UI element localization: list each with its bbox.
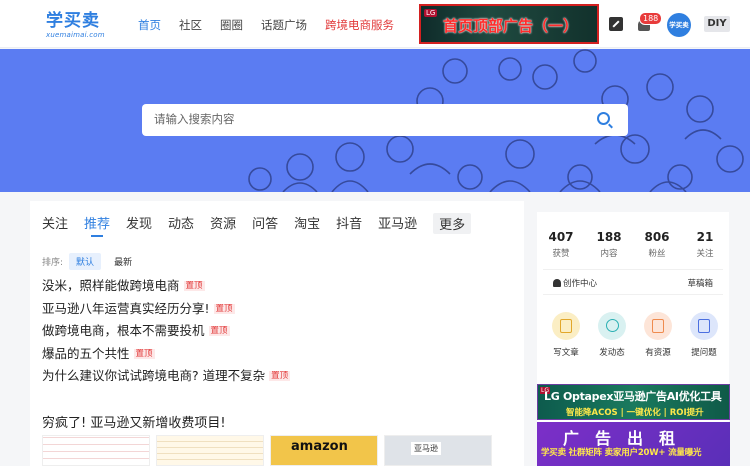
- tab-douyin[interactable]: 抖音: [336, 213, 362, 234]
- notification-badge: 188: [639, 12, 663, 25]
- lg-logo: LG: [424, 9, 438, 17]
- sort-bar: 排序: 默认 最新: [42, 253, 139, 270]
- stat-label: 获赞: [552, 249, 570, 259]
- post-title[interactable]: 爆品的五个共性: [42, 346, 130, 361]
- tab-discover[interactable]: 发现: [126, 213, 152, 234]
- optapex-ad-banner[interactable]: LG LG Optapex亚马逊广告AI优化工具 智能降ACOS | 一键优化 …: [537, 384, 730, 420]
- nav-home[interactable]: 首页: [138, 17, 161, 33]
- thumbnail-image[interactable]: [42, 435, 150, 466]
- ask-question-button[interactable]: 提问题: [683, 312, 725, 358]
- tab-resources[interactable]: 资源: [210, 213, 236, 234]
- tab-amazon[interactable]: 亚马逊: [378, 213, 417, 234]
- list-item[interactable]: 做跨境电商，根本不需要投机 置顶: [42, 322, 290, 345]
- tab-updates[interactable]: 动态: [168, 213, 194, 234]
- feed-tabs: 关注 推荐 发现 动态 资源 问答 淘宝 抖音 亚马逊 更多: [42, 213, 487, 237]
- profile-stats: 407 获赞 188 内容 806 粉丝 21 关注: [537, 230, 729, 259]
- write-article-button[interactable]: 写文章: [545, 312, 587, 358]
- stat-value: 806: [644, 230, 670, 244]
- stat-value: 21: [696, 230, 714, 244]
- ad-subline: 智能降ACOS | 一键优化 | ROI提升: [566, 408, 704, 418]
- quick-actions: 写文章 发动态 有资源 提问题: [545, 312, 725, 358]
- stat-following[interactable]: 21 关注: [681, 230, 729, 259]
- amazon-logo: amazon: [291, 439, 348, 454]
- nav-crossborder-services[interactable]: 跨境电商服务: [325, 17, 394, 33]
- search-box: [142, 104, 628, 136]
- edit-icon[interactable]: [609, 17, 623, 31]
- action-label: 发动态: [599, 348, 625, 358]
- post-update-button[interactable]: 发动态: [591, 312, 633, 358]
- drafts-link[interactable]: 草稿箱: [687, 277, 713, 289]
- pinned-badge: 置顶: [183, 281, 205, 291]
- thumbnail-tag: 亚马逊: [411, 442, 441, 455]
- ad-for-rent-banner[interactable]: 广告出租 学买卖 社群矩阵 卖家用户20W+ 流量曝光: [537, 422, 730, 466]
- thumbnail-image[interactable]: 亚马逊: [384, 435, 492, 466]
- tab-more[interactable]: 更多: [433, 213, 472, 234]
- action-label: 有资源: [645, 348, 671, 358]
- featured-post-title[interactable]: 穷疯了! 亚马逊又新增收费项目!: [42, 412, 226, 431]
- pinned-badge: 置顶: [208, 326, 230, 336]
- site-logo[interactable]: 学买卖 xuemaimai.com: [46, 12, 106, 39]
- ad-headline: LG Optapex亚马逊广告AI优化工具: [544, 390, 722, 403]
- sort-latest[interactable]: 最新: [107, 253, 139, 270]
- resource-icon: [644, 312, 672, 340]
- list-item[interactable]: 爆品的五个共性 置顶: [42, 345, 290, 368]
- sort-label: 排序:: [42, 258, 64, 268]
- question-icon: [690, 312, 718, 340]
- list-item[interactable]: 亚马逊八年运营真实经历分享! 置顶: [42, 300, 290, 323]
- post-title[interactable]: 做跨境电商，根本不需要投机: [42, 323, 205, 338]
- search-icon[interactable]: [597, 112, 610, 125]
- user-avatar[interactable]: 学买卖: [667, 13, 691, 37]
- diy-button[interactable]: DIY: [704, 16, 730, 32]
- featured-thumbnails: amazon 亚马逊: [42, 435, 492, 466]
- stat-label: 关注: [696, 249, 714, 259]
- logo-text: 学买卖: [46, 11, 100, 31]
- post-title[interactable]: 亚马逊八年运营真实经历分享!: [42, 301, 210, 316]
- search-input[interactable]: [154, 112, 574, 126]
- sort-default[interactable]: 默认: [69, 253, 102, 270]
- main-nav: 首页 社区 圈圈 话题广场 跨境电商服务: [138, 17, 412, 33]
- main-feed: 关注 推荐 发现 动态 资源 问答 淘宝 抖音 亚马逊 更多 排序: 默认 最新…: [30, 201, 524, 466]
- nav-community[interactable]: 社区: [179, 17, 202, 33]
- stat-value: 407: [548, 230, 574, 244]
- stat-followers[interactable]: 806 粉丝: [633, 230, 681, 259]
- stat-likes[interactable]: 407 获赞: [537, 230, 585, 259]
- thumbnail-image[interactable]: amazon: [270, 435, 378, 466]
- user-icon: [553, 279, 561, 287]
- post-title[interactable]: 为什么建议你试试跨境电商? 道理不复杂: [42, 368, 265, 383]
- thumbnail-image[interactable]: [156, 435, 264, 466]
- document-icon: [552, 312, 580, 340]
- pinned-badge: 置顶: [133, 348, 155, 359]
- pinned-badge: 置顶: [213, 303, 235, 314]
- creator-center-link[interactable]: 创作中心: [563, 277, 597, 289]
- list-item[interactable]: 为什么建议你试试跨境电商? 道理不复杂 置顶: [42, 367, 291, 390]
- list-item[interactable]: 没米，照样能做跨境电商 置顶: [42, 277, 290, 300]
- action-label: 写文章: [553, 348, 579, 358]
- stat-label: 内容: [600, 249, 618, 259]
- top-ad-banner[interactable]: LG 首页顶部广告（一）: [419, 4, 599, 44]
- nav-topics[interactable]: 话题广场: [261, 17, 307, 33]
- top-header: 学买卖 xuemaimai.com 首页 社区 圈圈 话题广场 跨境电商服务 L…: [0, 0, 750, 48]
- pinned-badge: 置顶: [269, 371, 291, 381]
- stat-value: 188: [596, 230, 622, 244]
- logo-domain: xuemaimai.com: [46, 31, 105, 39]
- ad-subline: 学买卖 社群矩阵 卖家用户20W+ 流量曝光: [541, 448, 702, 458]
- tab-recommended[interactable]: 推荐: [84, 213, 110, 237]
- pinned-post-list: 没米，照样能做跨境电商 置顶 亚马逊八年运营真实经历分享! 置顶 做跨境电商，根本不…: [42, 277, 291, 390]
- stat-content[interactable]: 188 内容: [585, 230, 633, 259]
- share-resource-button[interactable]: 有资源: [637, 312, 679, 358]
- stat-label: 粉丝: [648, 249, 666, 259]
- tab-qa[interactable]: 问答: [252, 213, 278, 234]
- hash-icon: [598, 312, 626, 340]
- hero-banner: [0, 49, 750, 192]
- post-title[interactable]: 没米，照样能做跨境电商: [42, 278, 180, 293]
- tab-taobao[interactable]: 淘宝: [294, 213, 320, 234]
- top-ad-text: 首页顶部广告（一）: [443, 17, 579, 35]
- action-label: 提问题: [691, 348, 717, 358]
- creator-center-row: 创作中心 草稿箱: [543, 269, 723, 295]
- tab-following[interactable]: 关注: [42, 213, 68, 234]
- nav-circles[interactable]: 圈圈: [220, 17, 243, 33]
